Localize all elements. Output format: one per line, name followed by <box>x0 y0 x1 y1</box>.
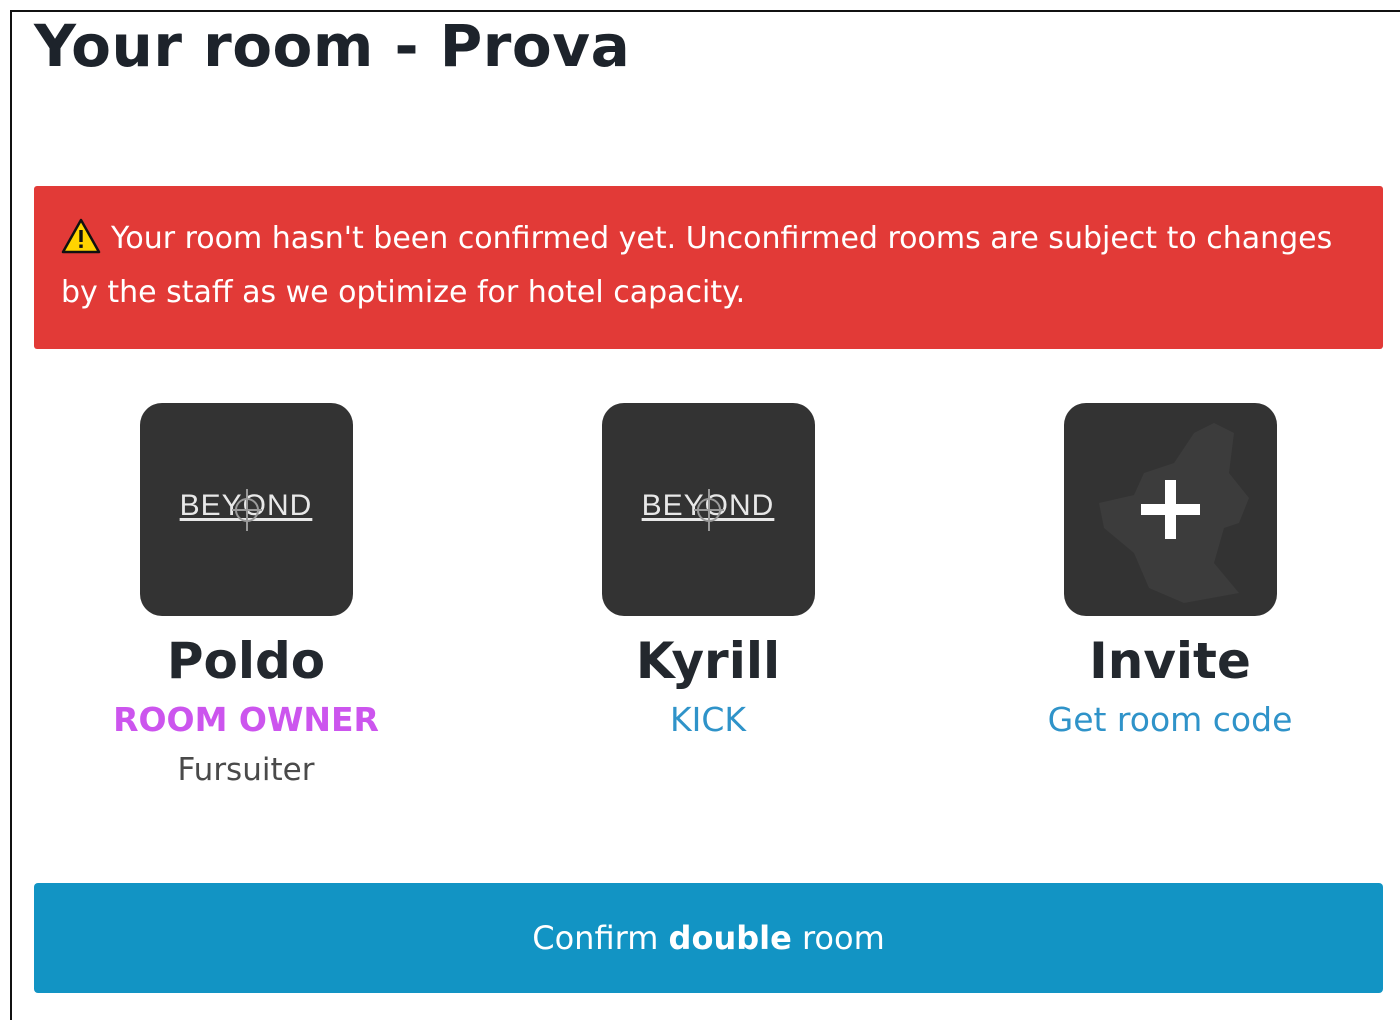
confirm-double-room-button[interactable]: Confirm double room <box>34 883 1383 993</box>
page-title: Your room - Prova <box>34 12 631 80</box>
unconfirmed-alert: Your room hasn't been confirmed yet. Unc… <box>34 186 1383 349</box>
confirm-label-suffix: room <box>791 919 885 957</box>
invite-title: Invite <box>1089 632 1251 690</box>
plus-icon <box>1140 480 1200 539</box>
compass-icon <box>231 489 262 531</box>
avatar[interactable]: BEYOND <box>601 403 815 616</box>
alert-message: Your room hasn't been confirmed yet. Unc… <box>61 221 1333 310</box>
room-member-card: BEYOND Kyrill KICK <box>498 403 918 742</box>
room-owner-badge: ROOM OWNER <box>113 700 379 739</box>
member-type: Fursuiter <box>177 752 315 788</box>
confirm-label-bold: double <box>668 919 792 957</box>
invite-avatar[interactable] <box>1063 403 1277 616</box>
room-member-card: BEYOND Poldo ROOM OWNER Fursuiter <box>36 403 456 792</box>
member-name: Poldo <box>166 632 326 690</box>
kick-link[interactable]: KICK <box>498 698 918 742</box>
member-name: Kyrill <box>635 632 781 690</box>
compass-icon <box>693 489 724 531</box>
get-room-code-link[interactable]: Get room code <box>960 698 1380 742</box>
avatar[interactable]: BEYOND <box>139 403 353 616</box>
warning-icon <box>61 218 101 254</box>
confirm-label-prefix: Confirm <box>532 919 669 957</box>
invite-card: Invite Get room code <box>960 403 1380 742</box>
